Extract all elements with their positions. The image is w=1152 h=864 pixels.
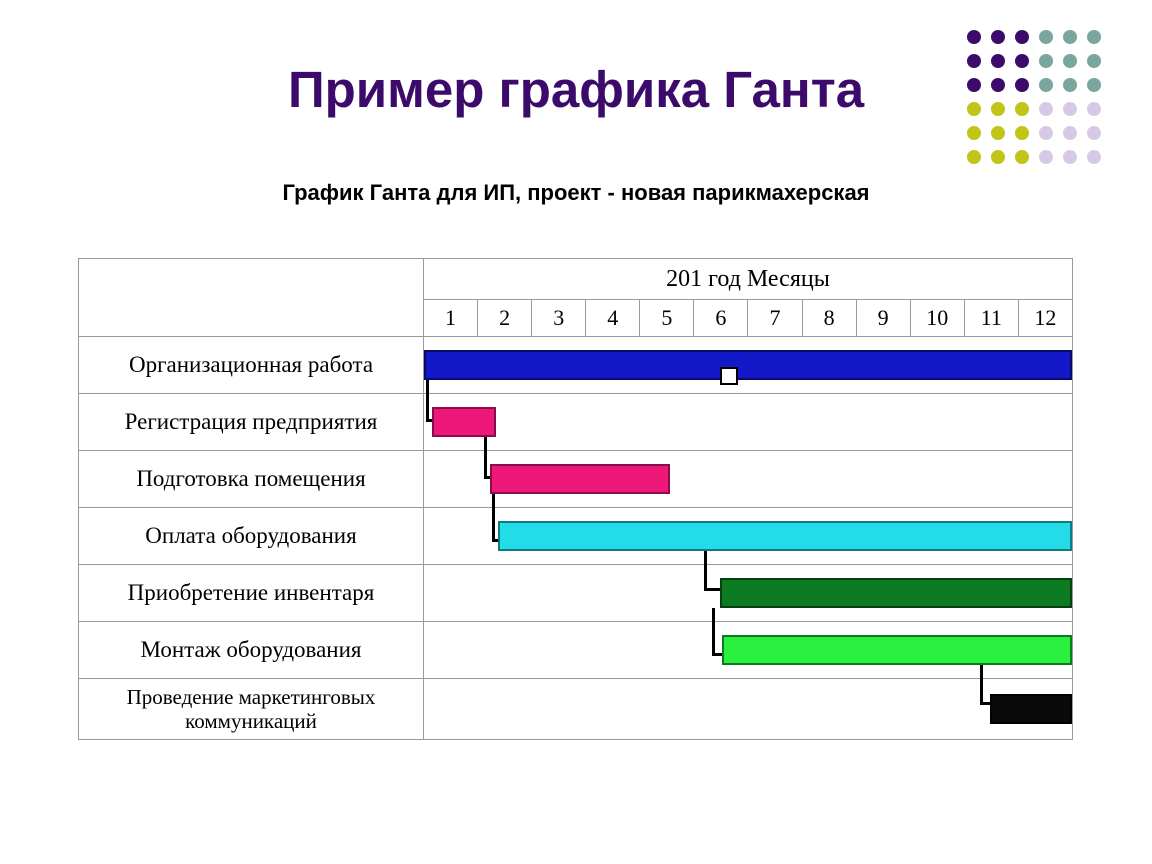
month-header: 1 — [424, 300, 478, 337]
table-row: Монтаж оборудования — [79, 622, 1073, 679]
gantt-chart: 201 год Месяцы 1 2 3 4 5 6 7 8 9 10 11 1… — [78, 258, 1073, 740]
task-label: Монтаж оборудования — [79, 622, 424, 679]
month-header: 9 — [856, 300, 910, 337]
task-label: Проведение маркетинговых коммуникаций — [79, 679, 424, 740]
task-label: Приобретение инвентаря — [79, 565, 424, 622]
month-header: 10 — [910, 300, 964, 337]
gantt-bar — [498, 521, 1072, 551]
table-row: Регистрация предприятия — [79, 394, 1073, 451]
chart-subtitle: График Ганта для ИП, проект - новая пари… — [0, 180, 1152, 206]
month-header: 8 — [802, 300, 856, 337]
gantt-bar — [432, 407, 496, 437]
task-label: Регистрация предприятия — [79, 394, 424, 451]
month-header: 6 — [694, 300, 748, 337]
gantt-bar — [424, 350, 1072, 380]
month-header: 12 — [1018, 300, 1072, 337]
table-row: Проведение маркетинговых коммуникаций — [79, 679, 1073, 740]
month-header: 3 — [532, 300, 586, 337]
month-header: 4 — [586, 300, 640, 337]
month-header: 5 — [640, 300, 694, 337]
month-header: 11 — [964, 300, 1018, 337]
task-label: Организационная работа — [79, 337, 424, 394]
gantt-bar — [720, 578, 1072, 608]
slide-title: Пример графика Ганта — [0, 60, 1152, 119]
gantt-bar — [722, 635, 1072, 665]
table-row: Оплата оборудования — [79, 508, 1073, 565]
month-header: 2 — [478, 300, 532, 337]
task-label: Оплата оборудования — [79, 508, 424, 565]
month-header: 7 — [748, 300, 802, 337]
time-header: 201 год Месяцы — [424, 259, 1073, 300]
task-header-blank — [79, 259, 424, 337]
table-row: Организационная работа — [79, 337, 1073, 394]
gantt-bar — [990, 694, 1072, 724]
task-label: Подготовка помещения — [79, 451, 424, 508]
bar-notch-icon — [720, 367, 738, 385]
gantt-bar — [490, 464, 670, 494]
table-row: Приобретение инвентаря — [79, 565, 1073, 622]
table-row: Подготовка помещения — [79, 451, 1073, 508]
